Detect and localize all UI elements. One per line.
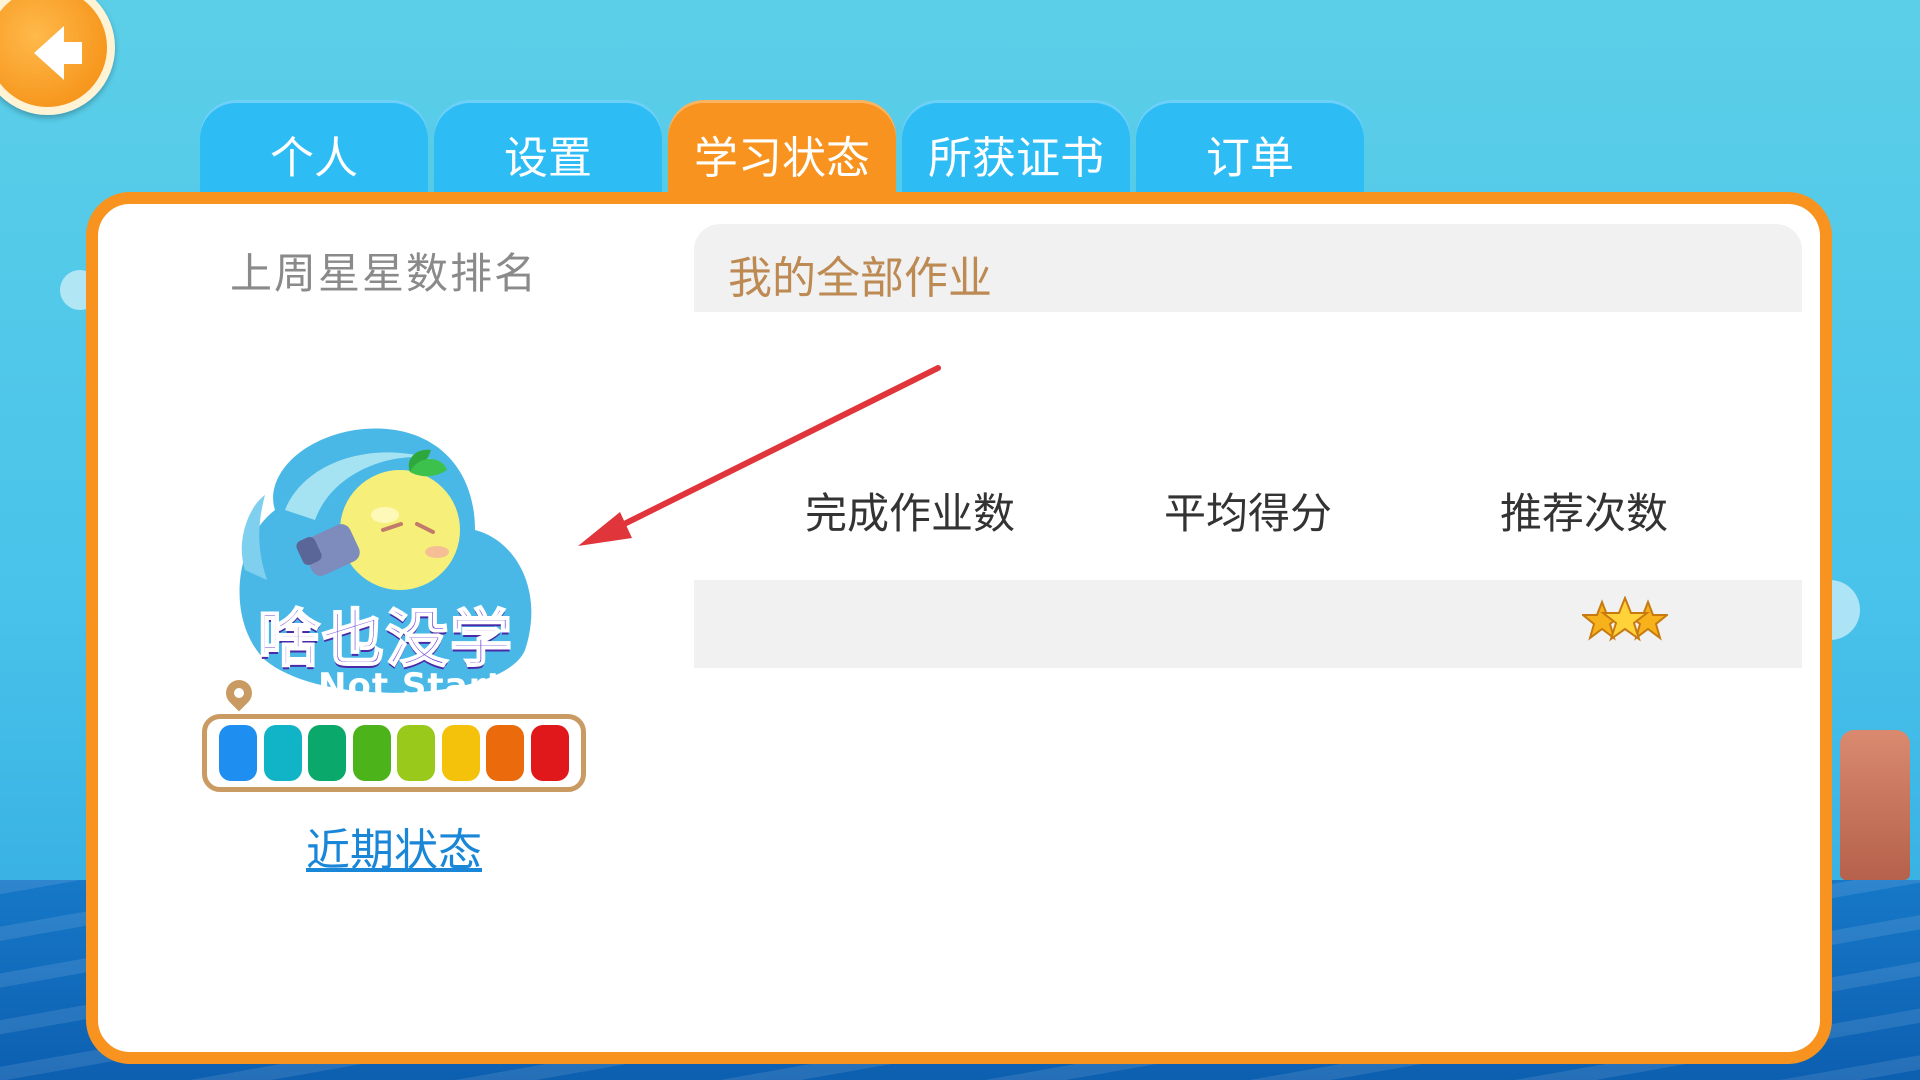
column-recommend-count: 推荐次数 [1499, 489, 1668, 538]
meter-segment [397, 725, 436, 781]
arrow-left-icon [33, 25, 82, 80]
annotation-arrow [578, 365, 941, 546]
status-label-en: Not Start Yet [318, 666, 581, 706]
app-background: 个人 设置 学习状态 所获证书 订单 上周星星数排名 啥也没学 Not Star… [0, 0, 1920, 1080]
meter-segment [352, 725, 391, 781]
weekly-star-ranking-title: 上周星星数排名 [230, 249, 539, 298]
back-button[interactable] [0, 0, 115, 115]
homework-header: 我的全部作业 [694, 224, 1802, 312]
meter-segment [263, 725, 302, 781]
meter-segment [530, 725, 569, 781]
tab-certificates[interactable]: 所获证书 [902, 100, 1130, 200]
meter-segment [219, 725, 258, 781]
three-stars-icon [1582, 596, 1668, 642]
tab-orders[interactable]: 订单 [1136, 100, 1364, 200]
meter-segment [441, 725, 480, 781]
meter-segment [486, 725, 525, 781]
status-meter [202, 714, 586, 792]
column-average-score: 平均得分 [1163, 489, 1332, 538]
my-homework-title: 我的全部作业 [728, 253, 992, 304]
tab-bar: 个人 设置 学习状态 所获证书 订单 [200, 100, 1364, 200]
status-label-cn: 啥也没学 [257, 601, 515, 676]
meter-segment [308, 725, 347, 781]
tab-learning-status[interactable]: 学习状态 [668, 100, 896, 200]
tab-settings[interactable]: 设置 [434, 100, 662, 200]
recent-status-link[interactable]: 近期状态 [306, 814, 482, 878]
tab-personal[interactable]: 个人 [200, 100, 428, 200]
lighthouse [1840, 730, 1910, 880]
